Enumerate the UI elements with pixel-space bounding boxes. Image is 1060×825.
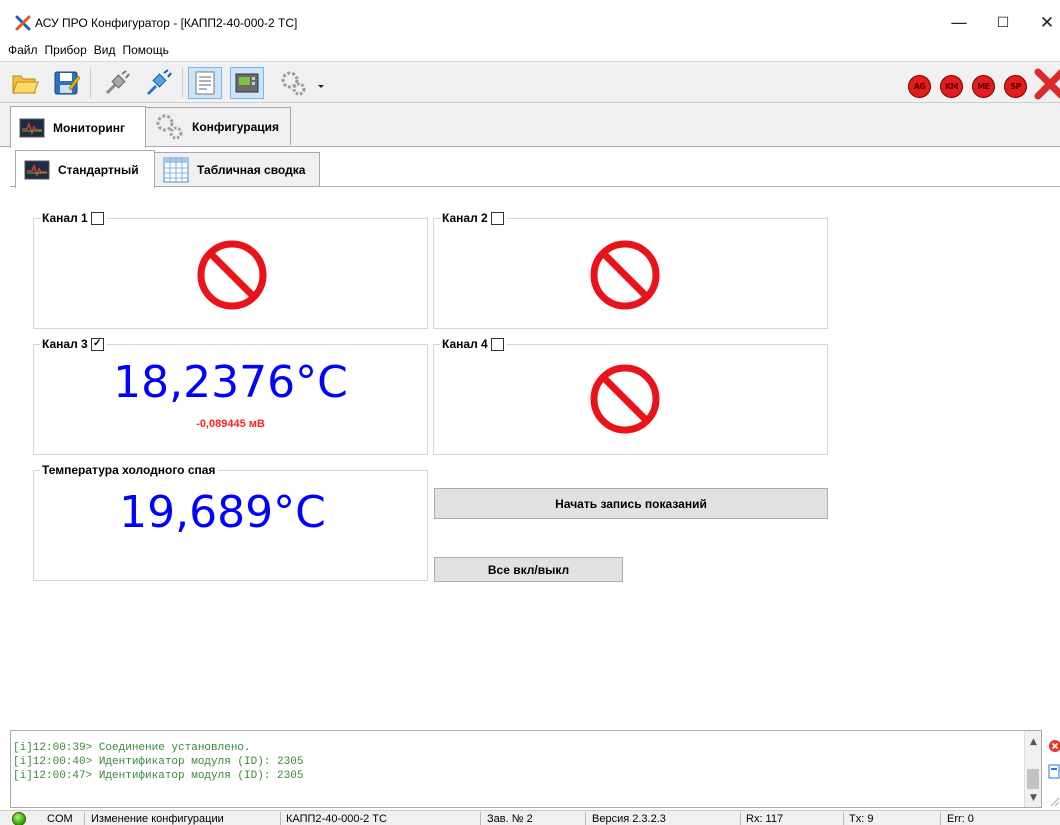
status-errors: Err: 0 bbox=[947, 813, 974, 825]
tab-table-summary[interactable]: Табличная сводка bbox=[155, 152, 320, 186]
channel-1-header: Канал 1 bbox=[40, 211, 107, 225]
status-bar: COM Изменение конфигурации КАПП2-40-000-… bbox=[0, 810, 1060, 825]
no-signal-icon bbox=[197, 240, 267, 310]
tab-configuration[interactable]: Конфигурация bbox=[146, 107, 291, 145]
device-panel-icon[interactable] bbox=[230, 67, 264, 99]
scroll-down-arrow-icon[interactable]: ▼ bbox=[1025, 791, 1042, 805]
status-version: Версия 2.3.2.3 bbox=[592, 813, 666, 825]
log-side-buttons bbox=[1043, 732, 1060, 810]
status-separator bbox=[84, 812, 85, 825]
maximize-button[interactable]: ☐ bbox=[980, 6, 1026, 40]
channel-1-checkbox[interactable] bbox=[90, 211, 104, 225]
copy-log-icon[interactable] bbox=[1045, 762, 1060, 782]
open-folder-icon[interactable] bbox=[8, 67, 42, 99]
disconnect-plug-icon[interactable] bbox=[100, 67, 134, 99]
menu-device[interactable]: Прибор bbox=[43, 43, 92, 57]
channel-1-group: Канал 1 bbox=[33, 211, 428, 329]
menu-file[interactable]: Файл bbox=[6, 43, 43, 57]
channel-3-group: Канал 3 ✓ 18,2376°C -0,089445 мВ bbox=[33, 337, 428, 455]
cold-junction-group: Температура холодного спая 19,689°C bbox=[33, 463, 428, 581]
tab-standard[interactable]: Стандартный bbox=[15, 150, 155, 188]
clear-log-icon[interactable] bbox=[1045, 736, 1060, 756]
channel-3-millivolts: -0,089445 мВ bbox=[196, 418, 265, 430]
status-state: Изменение конфигурации bbox=[91, 813, 224, 825]
toolbar-separator bbox=[182, 68, 183, 98]
tab-configuration-label: Конфигурация bbox=[192, 119, 280, 134]
monitor-chart-icon bbox=[24, 160, 50, 179]
window-title: АСУ ПРО Конфигуратор - [КАПП2-40-000-2 Т… bbox=[35, 16, 298, 30]
channel-3-header: Канал 3 ✓ bbox=[40, 337, 107, 351]
status-tx: Tx: 9 bbox=[849, 813, 874, 825]
scroll-up-arrow-icon[interactable]: ▲ bbox=[1025, 735, 1042, 749]
event-log[interactable]: [i]12:00:39> Соединение установлено. [i]… bbox=[10, 730, 1042, 808]
app-icon bbox=[15, 15, 31, 31]
monitor-list-icon[interactable] bbox=[188, 67, 222, 99]
cold-junction-temperature: 19,689°C bbox=[119, 487, 326, 538]
status-serial: Зав. № 2 bbox=[487, 813, 533, 825]
tab-monitoring-label: Мониторинг bbox=[53, 120, 125, 135]
no-signal-icon bbox=[590, 364, 660, 434]
monitor-chart-icon bbox=[19, 118, 45, 137]
gears-icon bbox=[156, 114, 183, 139]
tab-table-summary-label: Табличная сводка bbox=[197, 162, 306, 177]
indicator-km: KM bbox=[940, 75, 963, 98]
resize-grip-icon[interactable] bbox=[1045, 788, 1060, 808]
log-scroll-thumb[interactable] bbox=[1027, 769, 1039, 789]
no-signal-icon bbox=[590, 240, 660, 310]
indicator-me: ME bbox=[972, 75, 995, 98]
channel-3-label: Канал 3 bbox=[42, 337, 88, 351]
tab-standard-label: Стандартный bbox=[58, 162, 139, 177]
channel-1-label: Канал 1 bbox=[42, 211, 88, 225]
toggle-all-button[interactable]: Все вкл/выкл bbox=[434, 557, 623, 582]
status-rx: Rx: 117 bbox=[746, 813, 784, 825]
table-icon bbox=[163, 157, 189, 182]
log-line: [i]12:00:47> Идентификатор модуля (ID): … bbox=[13, 770, 304, 782]
gears-dropdown-icon[interactable] bbox=[276, 67, 326, 99]
channel-4-group: Канал 4 bbox=[433, 337, 828, 455]
connection-status-led-icon bbox=[12, 812, 26, 825]
log-line: [i]12:00:40> Идентификатор модуля (ID): … bbox=[13, 756, 304, 768]
status-port: COM bbox=[47, 813, 73, 825]
channel-2-header: Канал 2 bbox=[440, 211, 507, 225]
status-separator bbox=[480, 812, 481, 825]
tab-monitoring[interactable]: Мониторинг bbox=[10, 106, 146, 148]
status-separator bbox=[740, 812, 741, 825]
menu-bar: Файл Прибор Вид Помощь bbox=[0, 40, 1060, 60]
channel-4-label: Канал 4 bbox=[442, 337, 488, 351]
start-recording-button[interactable]: Начать запись показаний bbox=[434, 488, 828, 519]
save-icon[interactable] bbox=[49, 67, 83, 99]
menu-help[interactable]: Помощь bbox=[120, 43, 173, 57]
close-button[interactable]: ✕ bbox=[1024, 6, 1060, 40]
toolbar: AG KM ME SP bbox=[0, 61, 1060, 103]
stop-icon[interactable] bbox=[1034, 68, 1060, 100]
menu-view[interactable]: Вид bbox=[92, 43, 121, 57]
log-line: [i]12:00:39> Соединение установлено. bbox=[13, 742, 251, 754]
status-separator bbox=[940, 812, 941, 825]
status-device: КАПП2-40-000-2 ТС bbox=[286, 813, 387, 825]
log-lines: [i]12:00:39> Соединение установлено. [i]… bbox=[13, 741, 303, 783]
channel-3-checkbox[interactable]: ✓ bbox=[90, 337, 104, 351]
log-scrollbar[interactable]: ▲ ▼ bbox=[1024, 731, 1041, 807]
channel-2-group: Канал 2 bbox=[433, 211, 828, 329]
status-separator bbox=[585, 812, 586, 825]
toolbar-separator bbox=[90, 68, 91, 98]
cold-junction-label: Температура холодного спая bbox=[40, 463, 219, 477]
channel-2-checkbox[interactable] bbox=[490, 211, 504, 225]
channel-3-temperature: 18,2376°C bbox=[113, 357, 348, 408]
channel-2-label: Канал 2 bbox=[442, 211, 488, 225]
indicator-ag: AG bbox=[908, 75, 931, 98]
channel-4-header: Канал 4 bbox=[440, 337, 507, 351]
channel-4-checkbox[interactable] bbox=[490, 337, 504, 351]
status-separator bbox=[843, 812, 844, 825]
minimize-button[interactable]: — bbox=[936, 6, 982, 40]
indicator-sp: SP bbox=[1004, 75, 1027, 98]
connect-plug-icon[interactable] bbox=[142, 67, 176, 99]
status-separator bbox=[280, 812, 281, 825]
